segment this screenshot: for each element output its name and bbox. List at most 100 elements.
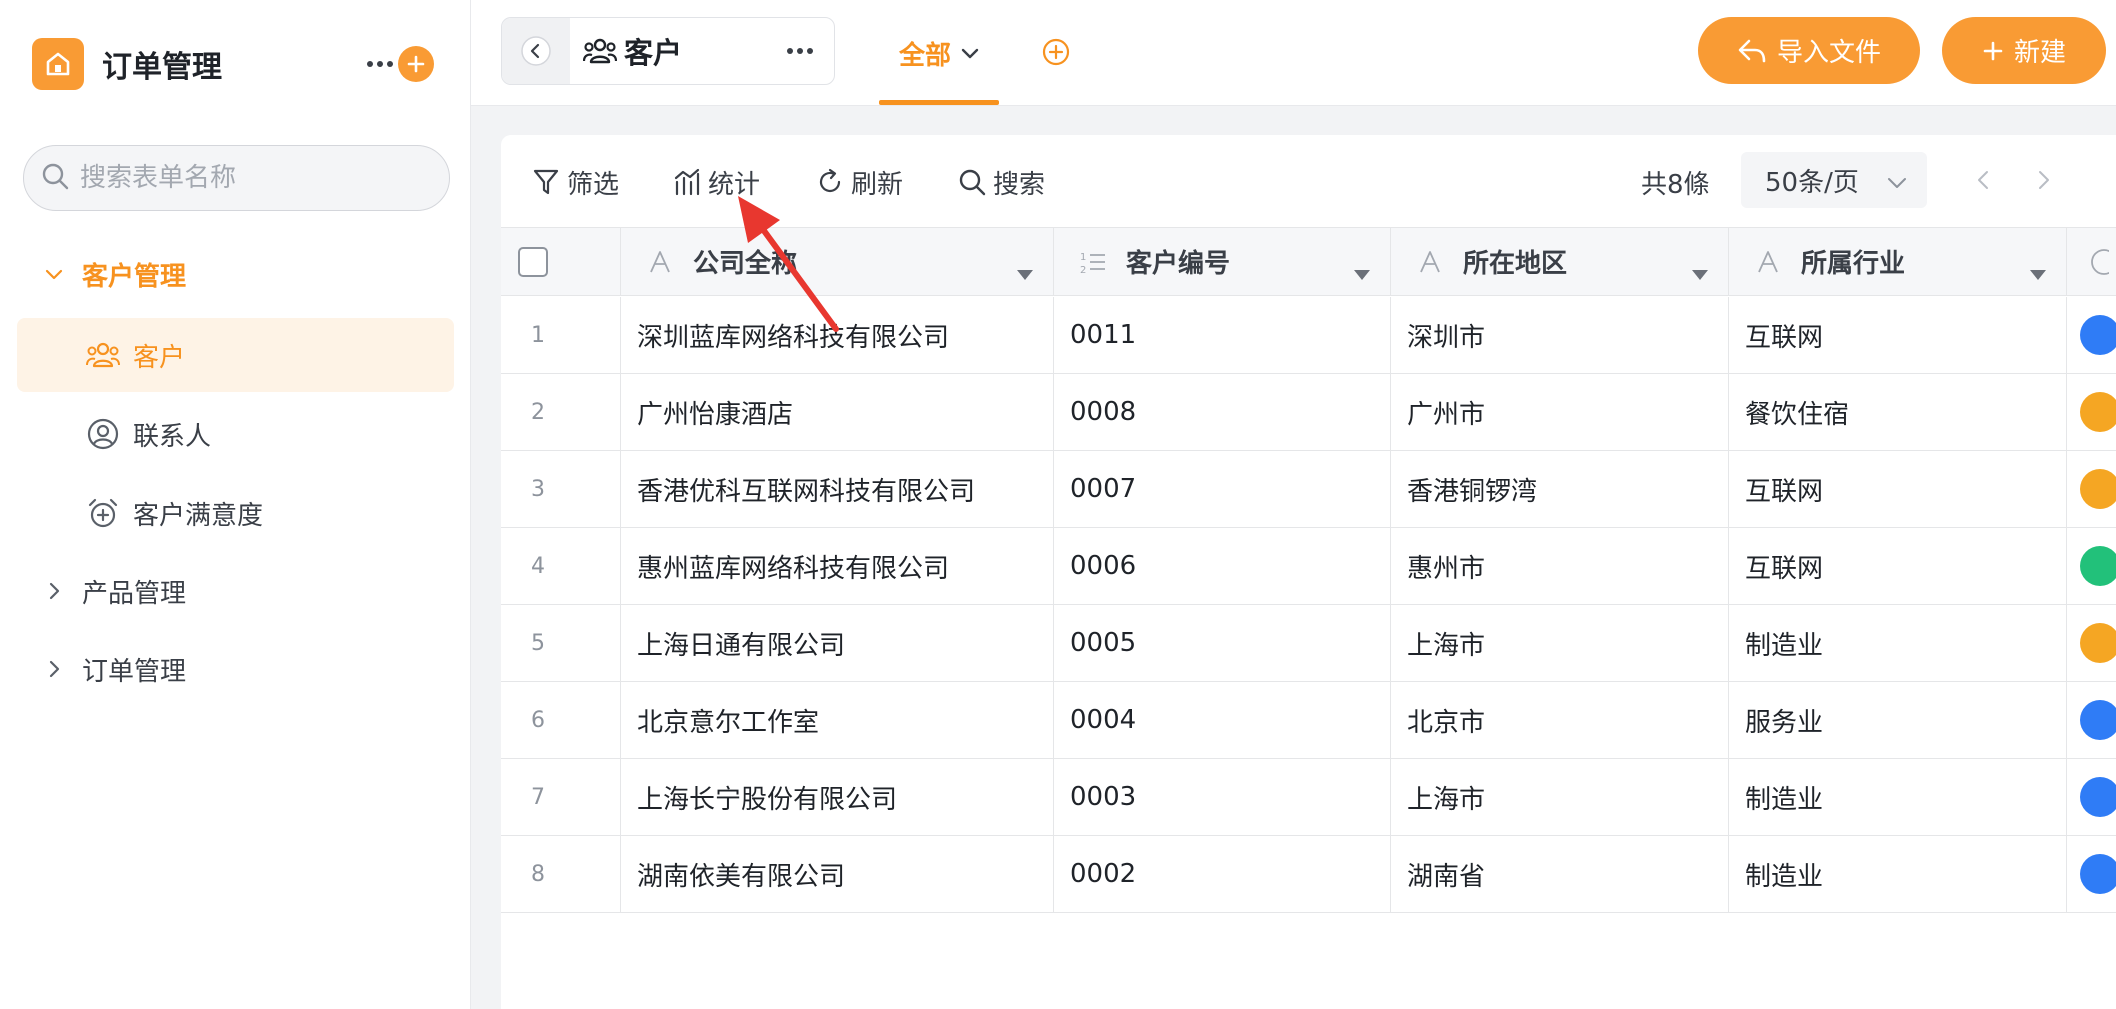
app-title: 订单管理	[102, 50, 222, 85]
cell-index: 5	[501, 605, 621, 681]
search-button[interactable]: 搜索	[957, 163, 1045, 201]
caret-down-icon[interactable]	[1692, 257, 1708, 287]
sidebar-item-contacts[interactable]: 联系人	[17, 397, 454, 471]
more-icon[interactable]	[358, 40, 402, 88]
import-file-button[interactable]: 导入文件	[1698, 17, 1920, 84]
table-row[interactable]: 5 上海日通有限公司 0005 上海市 制造业	[501, 605, 2116, 682]
cell-company: 香港优科互联网科技有限公司	[621, 451, 1054, 527]
home-icon	[32, 38, 84, 90]
cell-company: 上海日通有限公司	[621, 605, 1054, 681]
table-row[interactable]: 8 湖南依美有限公司 0002 湖南省 制造业	[501, 836, 2116, 913]
chevron-right-icon	[2039, 171, 2049, 189]
table-row[interactable]: 1 深圳蓝库网络科技有限公司 0011 深圳市 互联网	[501, 297, 2116, 374]
sidebar-item-satisfaction[interactable]: 客户满意度	[17, 476, 454, 550]
cell-region: 北京市	[1391, 682, 1729, 758]
cell-company: 上海长宁股份有限公司	[621, 759, 1054, 835]
cell-overflow	[2067, 682, 2116, 758]
cell-company: 北京意尔工作室	[621, 682, 1054, 758]
new-record-button[interactable]: 新建	[1942, 17, 2106, 84]
prev-page-button[interactable]	[1964, 161, 2002, 199]
chevron-left-icon	[521, 36, 551, 66]
refresh-button[interactable]: 刷新	[815, 163, 903, 201]
cell-code: 0002	[1054, 836, 1391, 912]
chevron-down-icon	[1887, 167, 1907, 197]
cell-company: 惠州蓝库网络科技有限公司	[621, 528, 1054, 604]
more-icon[interactable]	[778, 28, 822, 74]
status-badge	[2080, 315, 2116, 355]
cell-industry: 制造业	[1729, 759, 2067, 835]
column-header-industry[interactable]: 所属行业	[1729, 228, 2067, 295]
table-row[interactable]: 6 北京意尔工作室 0004 北京市 服务业	[501, 682, 2116, 759]
cell-code: 0005	[1054, 605, 1391, 681]
cell-company: 广州怡康酒店	[621, 374, 1054, 450]
cell-region: 上海市	[1391, 605, 1729, 681]
alarm-clock-icon	[85, 495, 121, 531]
cell-index: 2	[501, 374, 621, 450]
nav-group-customer-management[interactable]: 客户管理	[36, 254, 186, 294]
app-header: 订单管理	[32, 38, 442, 90]
tab-all[interactable]: 全部	[879, 0, 999, 106]
chevron-right-icon	[36, 573, 72, 609]
cell-index: 8	[501, 836, 621, 912]
column-header-company[interactable]: 公司全称	[621, 228, 1054, 295]
cell-industry: 服务业	[1729, 682, 2067, 758]
filter-icon	[531, 167, 561, 197]
column-header-code[interactable]: 12 客户编号	[1054, 228, 1391, 295]
search-box[interactable]	[23, 145, 450, 211]
table-row[interactable]: 2 广州怡康酒店 0008 广州市 餐饮住宿	[501, 374, 2116, 451]
nav-group-order-management[interactable]: 订单管理	[36, 649, 186, 689]
select-all-cell	[501, 228, 621, 295]
nav-group-label: 客户管理	[82, 261, 187, 292]
users-icon	[582, 33, 618, 69]
plus-icon	[1982, 40, 2004, 62]
users-icon	[85, 337, 121, 373]
table-row[interactable]: 3 香港优科互联网科技有限公司 0007 香港铜锣湾 互联网	[501, 451, 2116, 528]
caret-down-icon[interactable]	[1354, 257, 1370, 287]
cell-overflow	[2067, 528, 2116, 604]
svg-text:2: 2	[1080, 265, 1086, 275]
add-view-icon[interactable]	[1039, 35, 1073, 69]
cell-region: 香港铜锣湾	[1391, 451, 1729, 527]
table-row[interactable]: 4 惠州蓝库网络科技有限公司 0006 惠州市 互联网	[501, 528, 2116, 605]
cell-code: 0006	[1054, 528, 1391, 604]
cell-industry: 制造业	[1729, 605, 2067, 681]
clock-icon	[2091, 248, 2109, 275]
caret-down-icon[interactable]	[2030, 257, 2046, 287]
nav-group-label: 产品管理	[82, 578, 187, 609]
refresh-icon	[815, 167, 845, 197]
top-bar: 客户 全部 导入文件 新建	[471, 0, 2116, 106]
active-tab-indicator	[879, 100, 999, 105]
status-badge	[2080, 392, 2116, 432]
search-input[interactable]	[80, 163, 420, 193]
cell-overflow	[2067, 836, 2116, 912]
status-badge	[2080, 546, 2116, 586]
view-title-card: 客户	[501, 17, 835, 85]
cell-index: 3	[501, 451, 621, 527]
status-badge	[2080, 777, 2116, 817]
status-badge	[2080, 469, 2116, 509]
status-badge	[2080, 623, 2116, 663]
cell-overflow	[2067, 374, 2116, 450]
table-row[interactable]: 7 上海长宁股份有限公司 0003 上海市 制造业	[501, 759, 2116, 836]
user-circle-icon	[85, 416, 121, 452]
sidebar-item-label: 客户	[133, 342, 186, 373]
next-page-button[interactable]	[2025, 161, 2063, 199]
stats-button[interactable]: 统计	[672, 163, 760, 201]
cell-industry: 互联网	[1729, 528, 2067, 604]
main-area: 客户 全部 导入文件 新建 筛选 统计 刷新 搜索 共8條 50条/页 公司全称…	[471, 0, 2116, 1009]
chevron-down-icon	[961, 47, 979, 59]
page-size-select[interactable]: 50条/页	[1741, 152, 1927, 208]
cell-index: 7	[501, 759, 621, 835]
cell-industry: 互联网	[1729, 297, 2067, 373]
search-icon	[40, 161, 70, 195]
column-header-region[interactable]: 所在地区	[1391, 228, 1729, 295]
filter-button[interactable]: 筛选	[531, 163, 619, 201]
add-icon[interactable]	[398, 46, 434, 82]
sidebar-item-customer[interactable]: 客户	[17, 318, 454, 392]
back-button[interactable]	[502, 18, 570, 84]
status-badge	[2080, 700, 2116, 740]
caret-down-icon[interactable]	[1017, 257, 1033, 287]
cell-overflow	[2067, 297, 2116, 373]
select-all-checkbox[interactable]	[518, 246, 548, 277]
nav-group-product-management[interactable]: 产品管理	[36, 571, 186, 611]
